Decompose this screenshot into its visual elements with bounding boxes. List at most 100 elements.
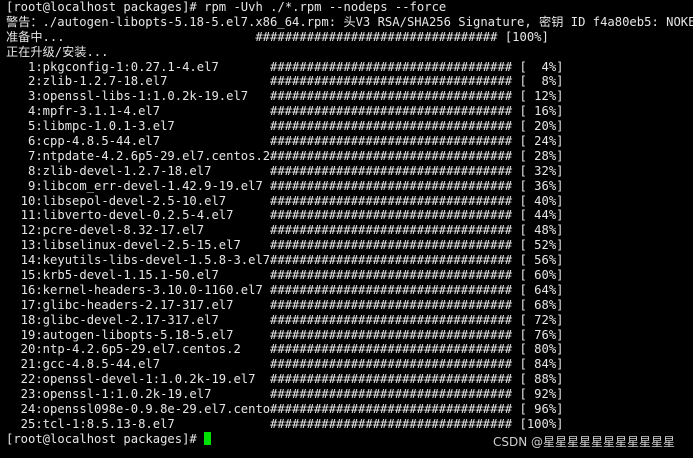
progress-percent: [ 76%] [519, 327, 564, 342]
progress-percent: [ 64%] [519, 282, 564, 297]
package-name: 12:pcre-devel-8.32-17.el7 [6, 223, 205, 238]
progress-bar: ################################# [270, 297, 513, 312]
package-row: 20:ntp-4.2.6p5-29.el7.centos.2 ##########… [6, 342, 693, 357]
package-row: 12:pcre-devel-8.32-17.el7 ###############… [6, 223, 693, 238]
package-row: 24:openssl098e-0.9.8e-29.el7.centos. ####… [6, 402, 693, 417]
progress-bar: ################################# [270, 327, 513, 342]
text-cursor [204, 431, 212, 445]
package-row: 13:libselinux-devel-2.5-15.el7 ##########… [6, 238, 693, 253]
preparing-line: 准备中... #################################… [6, 29, 549, 44]
package-name: 22:openssl-devel-1:1.0.2k-19.el7 [6, 372, 256, 387]
progress-percent: [ 84%] [519, 357, 564, 372]
progress-percent: [ 40%] [519, 193, 564, 208]
progress-bar: ################################# [270, 104, 513, 119]
progress-percent: [100%] [519, 416, 564, 431]
progress-percent: [ 88%] [519, 372, 564, 387]
package-name: 15:krb5-devel-1.15.1-50.el7 [6, 268, 219, 283]
progress-bar: ################################# [270, 268, 513, 283]
terminal-window[interactable]: [root@localhost packages]# rpm -Uvh ./*.… [0, 0, 693, 458]
upgrading-line: 正在升级/安装... [6, 44, 109, 59]
progress-percent: [ 92%] [519, 387, 564, 402]
progress-percent: [ 56%] [519, 253, 564, 268]
progress-bar: ################################# [270, 74, 513, 89]
progress-bar: ################################# [270, 342, 513, 357]
progress-percent: [ 60%] [519, 268, 564, 283]
progress-percent: [ 4%] [519, 59, 564, 74]
progress-percent: [ 20%] [519, 119, 564, 134]
package-name: 6:cpp-4.8.5-44.el7 [6, 134, 161, 149]
package-row: 1:pkgconfig-1:0.27.1-4.el7 ##############… [6, 60, 693, 75]
package-row: 21:gcc-4.8.5-44.el7 #####################… [6, 357, 693, 372]
package-row: 6:cpp-4.8.5-44.el7 ######################… [6, 134, 693, 149]
package-name: 9:libcom_err-devel-1.42.9-19.el7 [6, 178, 263, 193]
package-row: 16:kernel-headers-3.10.0-1160.el7 #######… [6, 283, 693, 298]
progress-percent: [ 44%] [519, 208, 564, 223]
progress-bar: ################################# [270, 163, 513, 178]
package-name: 2:zlib-1.2.7-18.el7 [6, 74, 168, 89]
package-row: 23:openssl-1:1.0.2k-19.el7 ##############… [6, 387, 693, 402]
package-name: 18:glibc-devel-2.17-317.el7 [6, 312, 219, 327]
progress-bar: ################################# [270, 402, 513, 417]
package-row: 11:libverto-devel-0.2.5-4.el7 ###########… [6, 208, 693, 223]
progress-bar: ################################# [270, 238, 513, 253]
progress-percent: [ 28%] [519, 148, 564, 163]
package-name: 8:zlib-devel-1.2.7-18.el7 [6, 163, 212, 178]
progress-bar: ################################# [270, 372, 513, 387]
package-name: 4:mpfr-3.1.1-4.el7 [6, 104, 161, 119]
progress-percent: [ 32%] [519, 163, 564, 178]
package-name: 21:gcc-4.8.5-44.el7 [6, 357, 161, 372]
package-row: 10:libsepol-devel-2.5-10.el7 ############… [6, 194, 693, 209]
progress-percent: [ 48%] [519, 223, 564, 238]
package-name: 5:libmpc-1.0.1-3.el7 [6, 119, 175, 134]
package-name: 20:ntp-4.2.6p5-29.el7.centos.2 [6, 342, 241, 357]
progress-bar: ################################# [270, 178, 513, 193]
package-row: 8:zlib-devel-1.2.7-18.el7 ###############… [6, 164, 693, 179]
package-row: 4:mpfr-3.1.1-4.el7 ######################… [6, 104, 693, 119]
progress-percent: [ 24%] [519, 134, 564, 149]
package-row: 17:glibc-headers-2.17-317.el7 ###########… [6, 298, 693, 313]
progress-percent: [ 72%] [519, 312, 564, 327]
package-row: 9:libcom_err-devel-1.42.9-19.el7 ########… [6, 179, 693, 194]
package-name: 11:libverto-devel-0.2.5-4.el7 [6, 208, 234, 223]
progress-bar: ################################# [270, 148, 513, 163]
command-line: [root@localhost packages]# rpm -Uvh ./*.… [6, 0, 447, 14]
package-name: 14:keyutils-libs-devel-1.5.8-3.el7 [6, 253, 270, 268]
progress-bar: ################################# [270, 59, 513, 74]
progress-percent: [ 12%] [519, 89, 564, 104]
package-name: 16:kernel-headers-3.10.0-1160.el7 [6, 282, 263, 297]
package-row: 22:openssl-devel-1:1.0.2k-19.el7 ########… [6, 372, 693, 387]
csdn-watermark: CSDN @星星星星星星星星星星星 [492, 435, 675, 450]
package-name: 17:glibc-headers-2.17-317.el7 [6, 297, 234, 312]
package-row: 5:libmpc-1.0.1-3.el7 ####################… [6, 119, 693, 134]
package-name: 23:openssl-1:1.0.2k-19.el7 [6, 387, 212, 402]
progress-bar: ################################# [270, 89, 513, 104]
progress-bar: ################################# [270, 357, 513, 372]
progress-bar: ################################# [270, 208, 513, 223]
progress-percent: [ 80%] [519, 342, 564, 357]
progress-bar: ################################# [270, 282, 513, 297]
progress-bar: ################################# [270, 253, 513, 268]
package-name: 3:openssl-libs-1:1.0.2k-19.el7 [6, 89, 249, 104]
package-row: 19:autogen-libopts-5.18-5.el7 ###########… [6, 328, 693, 343]
progress-bar: ################################# [270, 193, 513, 208]
package-row: 14:keyutils-libs-devel-1.5.8-3.el7 ######… [6, 253, 693, 268]
progress-percent: [ 8%] [519, 74, 564, 89]
package-name: 13:libselinux-devel-2.5-15.el7 [6, 238, 241, 253]
progress-bar: ################################# [270, 387, 513, 402]
